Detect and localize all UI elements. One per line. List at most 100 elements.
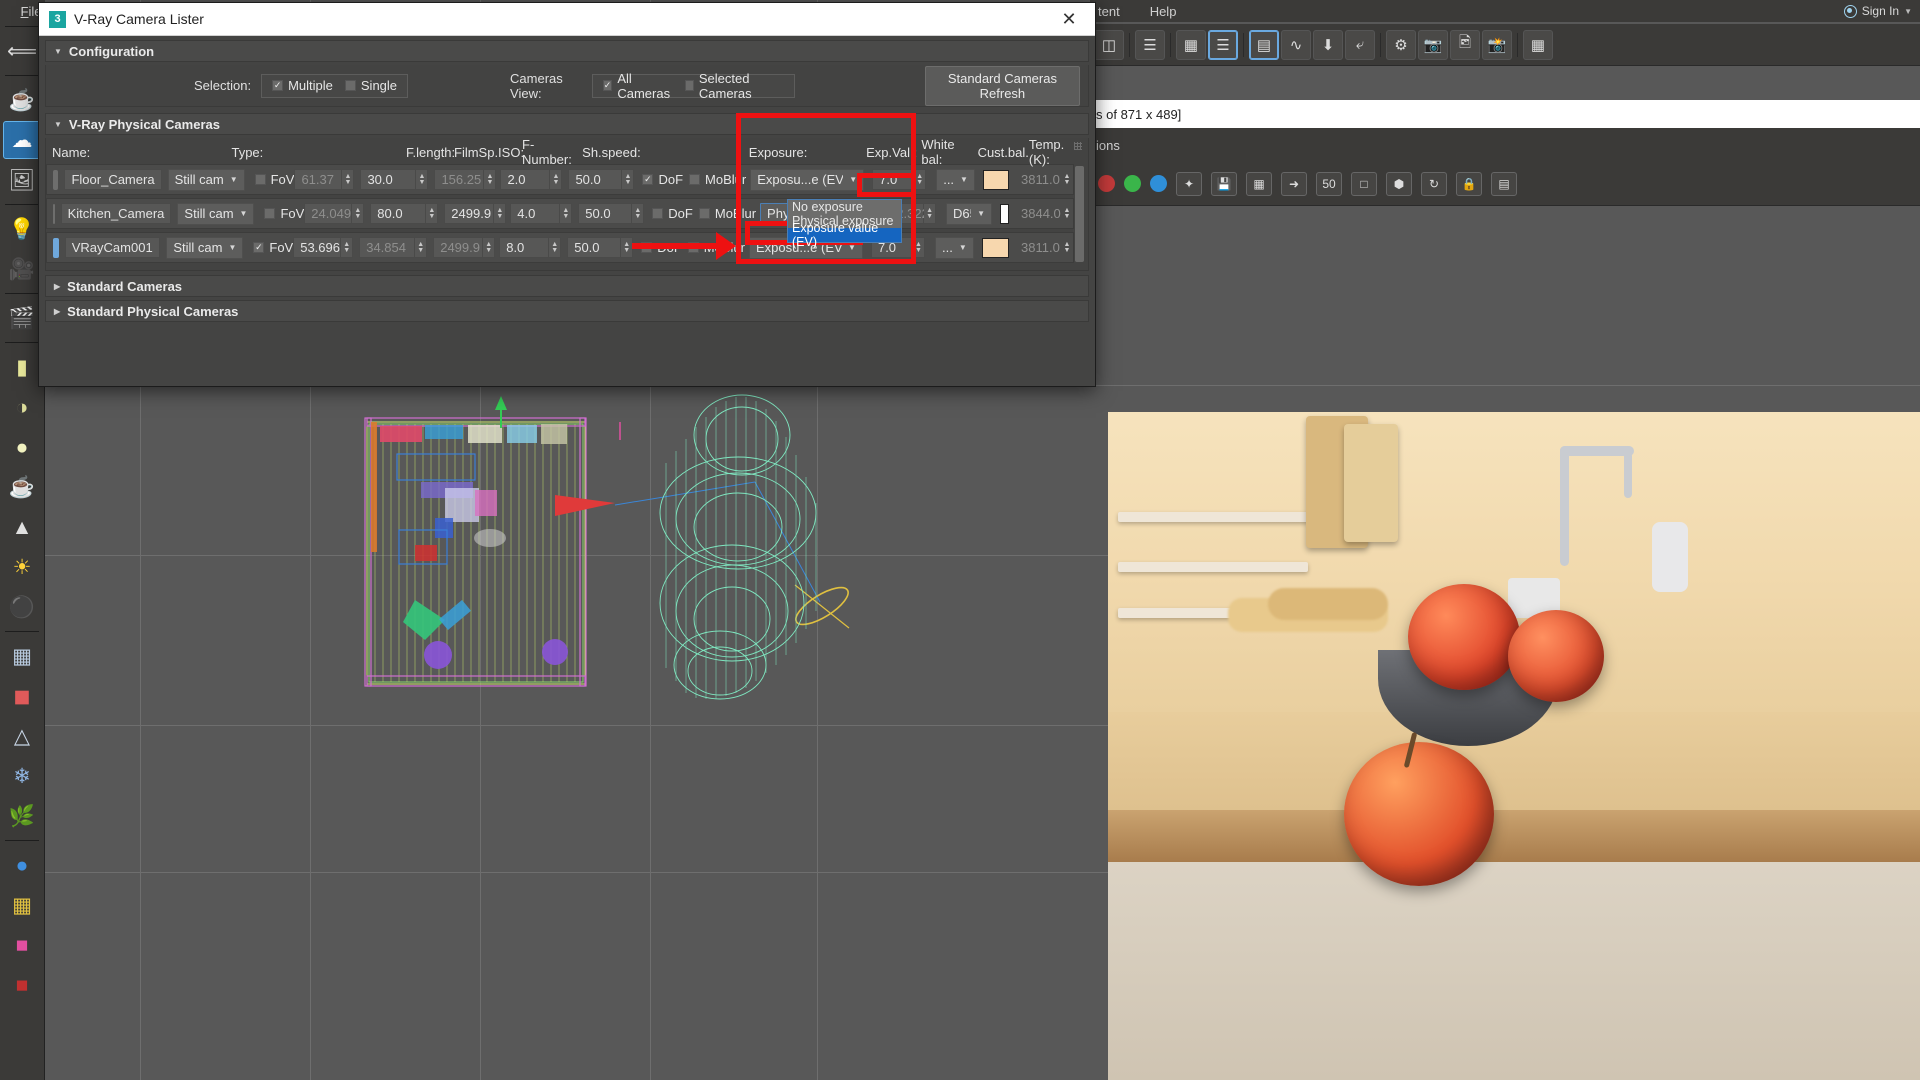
green-dot-icon[interactable] [1124,175,1141,192]
sun-icon[interactable]: ☀ [3,548,41,586]
material-ball-icon[interactable]: ◼ [3,677,41,715]
spinner-icon[interactable]: ▲ ▼ [549,237,562,258]
teapot-icon[interactable]: ☕ [3,81,41,119]
menu-item-help[interactable]: Help [1150,4,1177,19]
layer-icon[interactable]: ▦ [1246,171,1272,196]
temperature-field[interactable]: 3811.0 ▲ ▼ [1015,237,1073,258]
custom-balance-swatch[interactable] [981,237,1010,258]
spinner-icon[interactable]: ▲ ▼ [341,237,354,258]
table-row[interactable]: Floor_Camera Still cam ▼ FoV 61.37 ▲ ▼ 30… [46,164,1074,195]
frame-icon[interactable]: □ [1351,171,1377,196]
dropdown-option-no-exposure[interactable]: No exposure [788,200,901,214]
custom-balance-swatch[interactable] [1000,203,1009,224]
render-frame-window-icon[interactable]: 🖻 [1450,29,1480,60]
white-balance-combo[interactable]: ... ▼ [934,236,974,259]
spinner-icon[interactable]: ▲ ▼ [416,169,429,190]
fov-checkbox[interactable]: ✓ FoV [253,240,293,255]
select-pointer-icon[interactable]: ➜ [1281,171,1307,196]
sphere-light-icon[interactable]: ● [3,428,41,466]
exposure-combo[interactable]: Exposu...e (EV) ▼ [750,168,865,191]
fnumber-aux-field[interactable]: 156.25 ▲ ▼ [434,169,497,190]
table-row[interactable]: Kitchen_Camera Still cam ▼ FoV 24.049 ▲ ▼… [46,198,1074,229]
fov-checkbox[interactable]: FoV [254,172,294,187]
layers-icon[interactable]: ☰ [1208,29,1238,60]
ies-light-icon[interactable]: ⚫ [3,588,41,626]
exposure-dropdown-popup[interactable]: No exposure Physical exposure Exposure v… [787,199,902,249]
spinner-icon[interactable]: ▲ ▼ [483,237,496,258]
spinner-icon[interactable]: ▲ ▼ [924,203,937,224]
table-icon[interactable]: ▦ [1176,29,1206,60]
fnumber-field[interactable]: 8.0 ▲ ▼ [499,237,562,258]
selected-cameras-checkbox[interactable]: Selected Cameras [684,71,784,101]
camera-name-field[interactable]: Floor_Camera [64,169,162,190]
row-select-handle[interactable] [53,169,59,190]
camera-icon[interactable]: 🎬 [3,299,41,337]
shutter-speed-field[interactable]: 50.0 ▲ ▼ [578,203,645,224]
spinner-icon[interactable]: ▲ ▼ [1061,237,1073,258]
custom-balance-swatch[interactable] [982,169,1009,190]
temperature-field[interactable]: 3844.0 ▲ ▼ [1015,203,1073,224]
sphere-blue-icon[interactable]: ● [3,846,41,884]
dof-checkbox[interactable]: DoF [652,206,693,221]
camera-name-field[interactable]: VRayCam001 [64,237,161,258]
tile-icon[interactable]: ▤ [1491,171,1517,196]
dialog-titlebar[interactable]: 3 V-Ray Camera Lister ✕ [39,3,1095,36]
shutter-speed-field[interactable]: 50.0 ▲ ▼ [568,169,635,190]
camera-name-field[interactable]: Kitchen_Camera [60,203,172,224]
spinner-icon[interactable]: ▲ ▼ [415,237,428,258]
moblur-checkbox[interactable]: MoBlur [698,206,756,221]
fur-icon[interactable]: ❄ [3,757,41,795]
standard-cameras-refresh-button[interactable]: Standard Cameras Refresh [924,65,1080,106]
table-row[interactable]: VRayCam001 Still cam ▼ ✓ FoV 53.696 ▲ ▼ 3… [46,232,1074,263]
flength-field[interactable]: 53.696 ▲ ▼ [293,237,354,258]
host-toolbar-main[interactable]: ◫ ☰ ▦ ☰ ▤ ∿ ⬇ ⤶ ⚙ 📷 🖻 📸 ▦ [1090,24,1920,66]
record-dot-icon[interactable] [1098,175,1115,192]
resize-grip-icon[interactable] [1074,142,1082,150]
selection-group[interactable]: ✓ Multiple Single [261,73,409,98]
vertical-scrollbar[interactable] [1075,166,1084,262]
selection-single-checkbox[interactable]: Single [344,78,397,93]
grass-icon[interactable]: 🌿 [3,797,41,835]
displacement-icon[interactable]: △ [3,717,41,755]
spinner-icon[interactable]: ▲ ▼ [914,169,927,190]
flength-field[interactable]: 61.37 ▲ ▼ [294,169,355,190]
curve-editor-icon[interactable]: ∿ [1281,29,1311,60]
close-icon[interactable]: ✕ [1049,4,1089,35]
plane-light-icon[interactable]: ▮ [3,348,41,386]
spinner-icon[interactable]: ▲ ▼ [342,169,355,190]
white-balance-combo[interactable]: D65 ▼ [946,202,993,225]
red-panel-icon[interactable]: ■ [3,966,41,1004]
row-select-handle[interactable] [53,203,55,224]
film-iso-field[interactable]: 80.0 ▲ ▼ [370,203,439,224]
dof-checkbox[interactable]: ✓ DoF [642,172,683,187]
rollout-vray-physical-cameras-header[interactable]: ▼ V-Ray Physical Cameras [45,113,1089,135]
selection-multiple-checkbox[interactable]: ✓ Multiple [272,78,333,93]
light-lister-icon[interactable]: 💡 [3,210,41,248]
all-cameras-checkbox[interactable]: ✓ All Cameras [602,71,673,101]
dropdown-option-exposure-value-ev[interactable]: Exposure value (EV) [788,221,901,249]
menu-item-content[interactable]: tent [1098,4,1120,19]
sign-in-button[interactable]: Sign In ▼ [1843,2,1912,20]
vray-cloud-icon[interactable]: ☁ [3,121,41,159]
row-select-handle[interactable] [53,237,59,258]
lock-icon[interactable]: 🔒 [1456,171,1482,196]
render-setup-icon[interactable]: 📷 [1418,29,1448,60]
film-iso-field[interactable]: 34.854 ▲ ▼ [359,237,428,258]
spinner-icon[interactable]: ▲ ▼ [1061,203,1073,224]
color-swatches-icon[interactable]: ▦ [3,886,41,924]
render-frame-icon[interactable]: 🖼 [3,161,41,199]
flength-field[interactable]: 24.049 ▲ ▼ [304,203,365,224]
import-icon[interactable]: ⬇ [1313,29,1343,60]
schematic-icon[interactable]: ⤶ [1345,29,1375,60]
rollout-standard-cameras-header[interactable]: ▶ Standard Cameras [45,275,1089,297]
fnumber-aux-field[interactable]: 2499.9 ▲ ▼ [433,237,496,258]
panel-split-icon[interactable]: ◫ [1094,29,1124,60]
list-icon[interactable]: ☰ [1135,29,1165,60]
cameras-view-group[interactable]: ✓ All Cameras Selected Cameras [591,71,795,101]
dome-light-icon[interactable]: ◑ [3,388,41,426]
scene-explorer-icon[interactable]: ▤ [1249,29,1279,60]
rotate-icon[interactable]: ↻ [1421,171,1447,196]
camera-type-combo[interactable]: Still cam ▼ [167,168,245,191]
box-icon[interactable]: ⬢ [1386,171,1412,196]
spinner-icon[interactable]: ▲ ▼ [550,169,563,190]
